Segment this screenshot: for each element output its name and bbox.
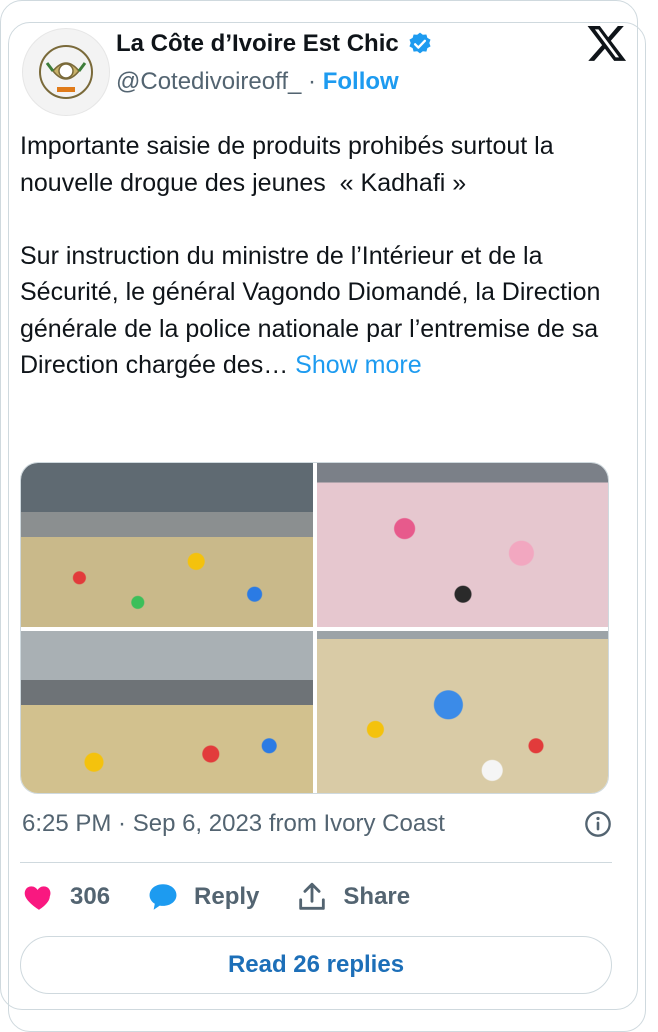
share-upload-icon — [299, 882, 326, 910]
follow-button[interactable]: Follow — [323, 68, 399, 95]
like-button[interactable]: 306 — [22, 880, 110, 914]
show-more-link[interactable]: Show more — [295, 351, 421, 379]
verified-badge-icon — [409, 32, 431, 54]
reply-button[interactable]: Reply — [146, 880, 259, 914]
tweet-text: Importante saisie de produits prohibés s… — [20, 128, 616, 384]
tweet-photo-3[interactable] — [21, 631, 313, 793]
info-icon[interactable] — [584, 810, 612, 838]
x-logo-icon[interactable] — [586, 22, 628, 64]
tweet-photo-4[interactable] — [317, 631, 608, 793]
divider — [20, 862, 612, 863]
tweet-photo-2[interactable] — [317, 463, 608, 627]
coat-of-arms-icon — [39, 45, 93, 99]
read-replies-button[interactable]: Read 26 replies — [20, 936, 612, 994]
photo-grid — [20, 462, 609, 794]
author-name[interactable]: La Côte d’Ivoire Est Chic — [116, 30, 399, 58]
reply-label: Reply — [194, 883, 260, 910]
tweet-actions: 306 Reply Share — [22, 880, 446, 914]
author-handle-row: @Cotedivoireoff_ · Follow — [116, 68, 399, 96]
share-label: Share — [343, 883, 411, 910]
share-button[interactable]: Share — [295, 880, 410, 914]
speech-bubble-icon — [149, 884, 177, 910]
like-count: 306 — [70, 883, 111, 910]
tweet-timestamp[interactable]: 6:25 PM · Sep 6, 2023 from Ivory Coast — [22, 810, 445, 838]
tweet-photo-1[interactable] — [21, 463, 313, 627]
handle-separator: · — [308, 68, 317, 95]
tweet-meta-row: 6:25 PM · Sep 6, 2023 from Ivory Coast — [22, 810, 612, 838]
heart-icon — [24, 886, 51, 910]
author-avatar[interactable] — [22, 28, 110, 116]
author-name-row: La Côte d’Ivoire Est Chic — [116, 30, 433, 58]
tweet-text-paragraph-1: Importante saisie de produits prohibés s… — [20, 132, 561, 197]
author-handle[interactable]: @Cotedivoireoff_ — [116, 68, 301, 95]
